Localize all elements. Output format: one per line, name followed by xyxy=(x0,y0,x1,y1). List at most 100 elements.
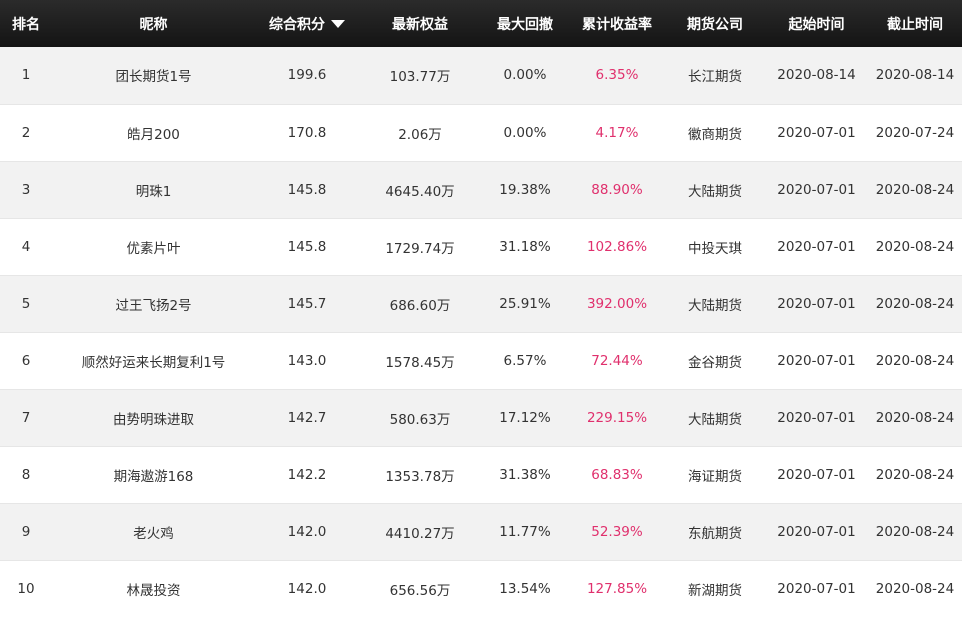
drawdown-cell: 31.18% xyxy=(499,238,551,255)
rank-cell: 2 xyxy=(21,124,31,141)
return-cell: 127.85% xyxy=(586,580,648,597)
return-cell: 68.83% xyxy=(591,466,643,483)
end-date-cell: 2020-08-14 xyxy=(875,67,955,84)
nickname-cell[interactable]: 明珠1 xyxy=(52,161,255,218)
table-row[interactable]: 6 顺然好运来长期复利1号 143.0 1578.45万 6.57% 72.44… xyxy=(0,332,962,389)
table-row[interactable]: 7 由势明珠进取 142.7 580.63万 17.12% 229.15% 大陆… xyxy=(0,389,962,446)
drawdown-cell: 6.57% xyxy=(503,352,547,369)
ranking-table: 排名 昵称 综合积分 最新权益 最大回撤 累计收益率 期货公司 起始时间 截止时… xyxy=(0,0,962,617)
header-return: 累计收益率 xyxy=(582,16,652,33)
nickname-cell[interactable]: 林晟投资 xyxy=(52,560,255,617)
company-cell: 海证期货 xyxy=(688,468,742,485)
start-date-cell: 2020-07-01 xyxy=(777,523,856,540)
rank-cell: 3 xyxy=(21,181,31,198)
start-date-cell: 2020-07-01 xyxy=(777,352,856,369)
score-cell: 143.0 xyxy=(287,352,327,369)
table-row[interactable]: 4 优素片叶 145.8 1729.74万 31.18% 102.86% 中投天… xyxy=(0,218,962,275)
table-row[interactable]: 5 过王飞扬2号 145.7 686.60万 25.91% 392.00% 大陆… xyxy=(0,275,962,332)
drawdown-cell: 31.38% xyxy=(499,466,551,483)
return-cell: 72.44% xyxy=(591,352,643,369)
table-row[interactable]: 1 团长期货1号 199.6 103.77万 0.00% 6.35% 长江期货 … xyxy=(0,47,962,104)
table-row[interactable]: 2 皓月200 170.8 2.06万 0.00% 4.17% 徽商期货 202… xyxy=(0,104,962,161)
equity-cell: 2.06万 xyxy=(398,126,442,143)
rank-cell: 10 xyxy=(17,580,35,597)
end-date-cell: 2020-08-24 xyxy=(875,466,955,483)
table-row[interactable]: 9 老火鸡 142.0 4410.27万 11.77% 52.39% 东航期货 … xyxy=(0,503,962,560)
return-cell: 229.15% xyxy=(586,409,648,426)
equity-cell: 580.63万 xyxy=(389,411,451,428)
end-date-cell: 2020-07-24 xyxy=(875,124,955,141)
return-cell: 6.35% xyxy=(595,67,639,84)
start-date-cell: 2020-08-14 xyxy=(777,67,856,84)
nickname-cell[interactable]: 由势明珠进取 xyxy=(52,389,255,446)
score-cell: 142.0 xyxy=(287,580,327,597)
nickname-cell[interactable]: 期海遨游168 xyxy=(52,446,255,503)
drawdown-cell: 19.38% xyxy=(499,181,551,198)
return-cell: 102.86% xyxy=(586,238,648,255)
score-cell: 145.8 xyxy=(287,238,327,255)
score-cell: 199.6 xyxy=(287,67,327,84)
equity-cell: 1578.45万 xyxy=(385,354,455,371)
drawdown-cell: 11.77% xyxy=(499,523,551,540)
nickname-cell[interactable]: 老火鸡 xyxy=(52,503,255,560)
start-date-cell: 2020-07-01 xyxy=(777,409,856,426)
header-company: 期货公司 xyxy=(687,16,743,33)
nickname-cell[interactable]: 优素片叶 xyxy=(52,218,255,275)
end-date-cell: 2020-08-24 xyxy=(875,238,955,255)
equity-cell: 686.60万 xyxy=(389,297,451,314)
rank-cell: 8 xyxy=(21,466,31,483)
nickname-cell[interactable]: 团长期货1号 xyxy=(52,47,255,104)
header-nickname: 昵称 xyxy=(139,16,168,33)
header-rank: 排名 xyxy=(12,16,40,33)
header-equity: 最新权益 xyxy=(392,16,448,33)
score-cell: 145.7 xyxy=(287,295,327,312)
company-cell: 大陆期货 xyxy=(688,297,742,314)
header-score[interactable]: 综合积分 xyxy=(255,0,359,47)
equity-cell: 1729.74万 xyxy=(385,240,455,257)
drawdown-cell: 17.12% xyxy=(499,409,551,426)
score-cell: 142.7 xyxy=(287,409,327,426)
score-cell: 142.0 xyxy=(287,523,327,540)
header-end: 截止时间 xyxy=(887,16,943,33)
company-cell: 中投天琪 xyxy=(688,240,742,257)
company-cell: 大陆期货 xyxy=(688,183,742,200)
company-cell: 新湖期货 xyxy=(688,582,742,599)
header-drawdown: 最大回撤 xyxy=(497,16,553,33)
end-date-cell: 2020-08-24 xyxy=(875,580,955,597)
company-cell: 金谷期货 xyxy=(688,354,742,371)
start-date-cell: 2020-07-01 xyxy=(777,238,856,255)
end-date-cell: 2020-08-24 xyxy=(875,523,955,540)
rank-cell: 4 xyxy=(21,238,31,255)
nickname-cell[interactable]: 皓月200 xyxy=(52,104,255,161)
rank-cell: 7 xyxy=(21,409,31,426)
end-date-cell: 2020-08-24 xyxy=(875,352,955,369)
company-cell: 徽商期货 xyxy=(688,126,742,143)
rank-cell: 9 xyxy=(21,523,31,540)
table-row[interactable]: 8 期海遨游168 142.2 1353.78万 31.38% 68.83% 海… xyxy=(0,446,962,503)
rank-cell: 1 xyxy=(21,67,31,84)
score-cell: 142.2 xyxy=(287,466,327,483)
equity-cell: 4410.27万 xyxy=(385,525,455,542)
return-cell: 4.17% xyxy=(595,124,639,141)
start-date-cell: 2020-07-01 xyxy=(777,580,856,597)
start-date-cell: 2020-07-01 xyxy=(777,181,856,198)
score-cell: 145.8 xyxy=(287,181,327,198)
return-cell: 88.90% xyxy=(591,181,643,198)
table-row[interactable]: 10 林晟投资 142.0 656.56万 13.54% 127.85% 新湖期… xyxy=(0,560,962,617)
start-date-cell: 2020-07-01 xyxy=(777,466,856,483)
caret-down-icon[interactable] xyxy=(331,19,345,28)
end-date-cell: 2020-08-24 xyxy=(875,295,955,312)
drawdown-cell: 25.91% xyxy=(499,295,551,312)
company-cell: 大陆期货 xyxy=(688,411,742,428)
end-date-cell: 2020-08-24 xyxy=(875,181,955,198)
table-row[interactable]: 3 明珠1 145.8 4645.40万 19.38% 88.90% 大陆期货 … xyxy=(0,161,962,218)
equity-cell: 4645.40万 xyxy=(385,183,455,200)
nickname-cell[interactable]: 顺然好运来长期复利1号 xyxy=(52,332,255,389)
drawdown-cell: 0.00% xyxy=(503,67,547,84)
equity-cell: 1353.78万 xyxy=(385,468,455,485)
header-score-label: 综合积分 xyxy=(269,16,325,33)
company-cell: 东航期货 xyxy=(688,525,742,542)
rank-cell: 6 xyxy=(21,352,31,369)
table-header-row: 排名 昵称 综合积分 最新权益 最大回撤 累计收益率 期货公司 起始时间 截止时… xyxy=(0,0,962,47)
nickname-cell[interactable]: 过王飞扬2号 xyxy=(52,275,255,332)
